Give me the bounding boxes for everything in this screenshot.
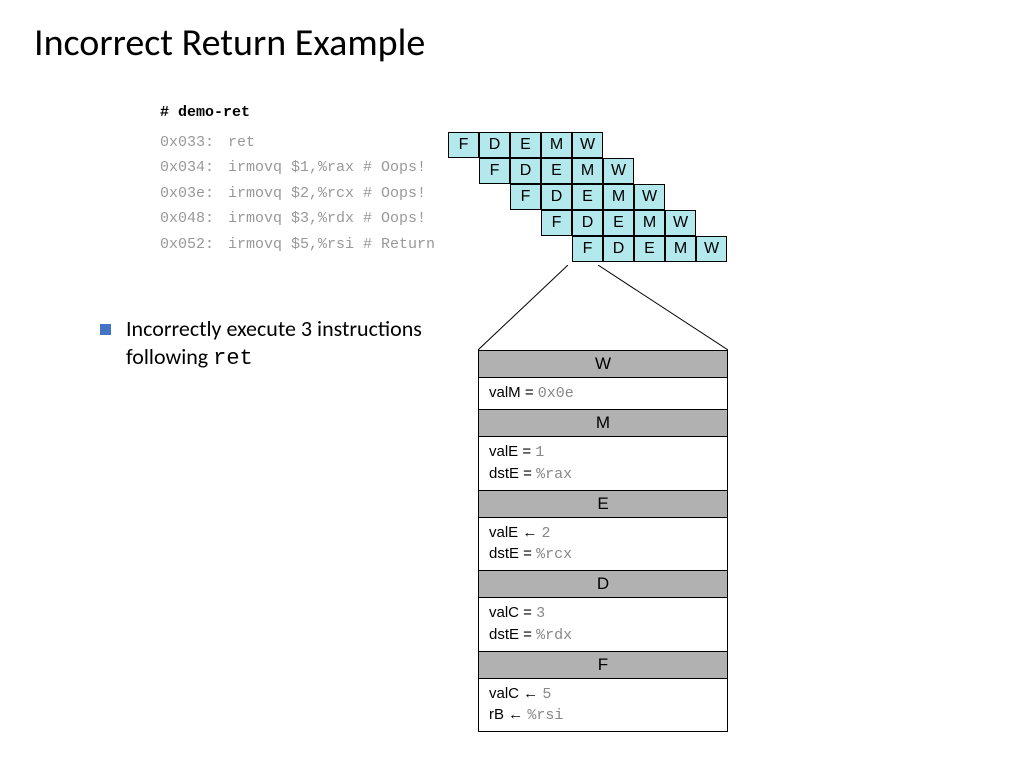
stack-stage-header: E [479,491,727,518]
code-line: 0x03e:irmovq $2,%rcx # Oops! [160,181,435,207]
stage-cell: F [448,132,479,158]
stage-cell: E [572,184,603,210]
stack-stage-body: valC = 3dstE = %rdx [479,598,727,652]
stack-stage-body: valE = 1dstE = %rax [479,437,727,491]
stage-cell: E [510,132,541,158]
stage-cell: M [603,184,634,210]
stage-cell: D [541,184,572,210]
stack-stage-header: W [479,351,727,378]
stage-cell: M [541,132,572,158]
stack-stage-body: valE ← 2dstE = %rcx [479,518,727,572]
stage-cell: F [572,236,603,262]
connector-lines [478,265,728,353]
code-block: # demo-ret 0x033:ret0x034:irmovq $1,%rax… [160,100,435,257]
stage-cell: E [634,236,665,262]
stage-cell: W [665,210,696,236]
stage-cell: E [603,210,634,236]
stage-cell: W [572,132,603,158]
stack-stage-body: valM = 0x0e [479,378,727,410]
stage-cell: F [510,184,541,210]
stage-cell: D [510,158,541,184]
stage-cell: D [603,236,634,262]
stack-stage-header: M [479,410,727,437]
bullet-text: Incorrectly execute 3 instructions follo… [126,315,456,372]
stage-cell: E [541,158,572,184]
bullet-point: Incorrectly execute 3 instructions follo… [100,315,456,372]
square-bullet-icon [100,324,111,335]
page-title: Incorrect Return Example [34,20,425,66]
code-line: 0x048:irmovq $3,%rdx # Oops! [160,206,435,232]
code-header: # demo-ret [160,100,435,126]
stack-stage-header: D [479,571,727,598]
stack-stage-header: F [479,652,727,679]
stage-cell: M [634,210,665,236]
stack-stage-body: valC ← 5rB ← %rsi [479,679,727,732]
code-line: 0x033:ret [160,130,435,156]
stage-cell: F [541,210,572,236]
stage-cell: M [572,158,603,184]
pipeline-state-stack: WvalM = 0x0eMvalE = 1dstE = %raxEvalE ← … [478,350,728,732]
code-line: 0x034:irmovq $1,%rax # Oops! [160,155,435,181]
stage-cell: W [696,236,727,262]
code-line: 0x052:irmovq $5,%rsi # Return [160,232,435,258]
stage-cell: W [603,158,634,184]
stage-cell: W [634,184,665,210]
stage-cell: D [572,210,603,236]
stage-cell: M [665,236,696,262]
stage-cell: D [479,132,510,158]
stage-cell: F [479,158,510,184]
